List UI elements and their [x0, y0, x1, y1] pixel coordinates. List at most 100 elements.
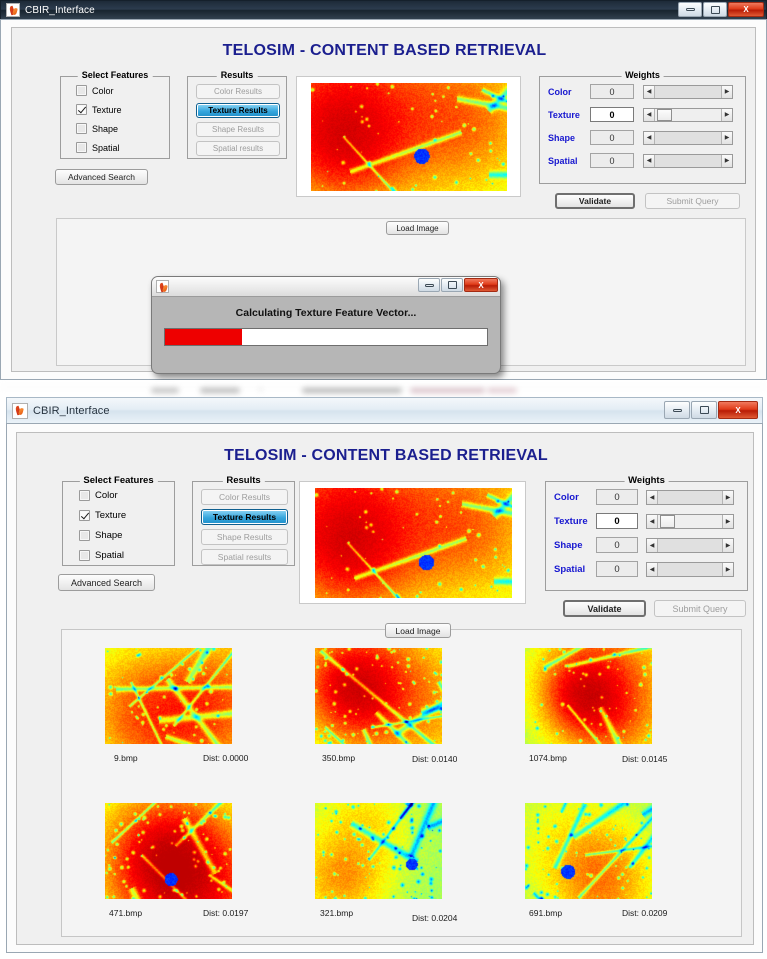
checkbox-texture[interactable]	[79, 510, 90, 521]
load-image-button-top[interactable]: Load Image	[386, 221, 449, 235]
advanced-search-button[interactable]: Advanced Search	[55, 169, 148, 185]
load-image-button-bottom[interactable]: Load Image	[385, 623, 451, 638]
weight-slider-shape[interactable]: ◀ ▶	[646, 537, 734, 553]
close-button[interactable]: X	[464, 278, 498, 292]
weight-value-texture[interactable]: 0	[596, 513, 638, 529]
weight-value-shape[interactable]: 0	[590, 130, 634, 145]
slider-track[interactable]	[658, 562, 722, 576]
maximize-button[interactable]	[691, 401, 717, 419]
slider-left-arrow-icon[interactable]: ◀	[644, 108, 655, 121]
slider-track[interactable]	[658, 538, 722, 552]
spatial-results-button[interactable]: Spatial results	[201, 549, 288, 565]
slider-track[interactable]	[655, 154, 721, 167]
close-button[interactable]: X	[718, 401, 758, 419]
slider-left-arrow-icon[interactable]: ◀	[644, 131, 655, 144]
result-thumb-0[interactable]	[105, 648, 232, 744]
checkbox-row-shape[interactable]: Shape	[79, 530, 122, 541]
checkbox-color[interactable]	[76, 85, 87, 96]
slider-left-arrow-icon[interactable]: ◀	[647, 538, 658, 552]
weight-row-spatial: Spatial 0 ◀ ▶	[548, 153, 733, 168]
result-thumb-1[interactable]	[315, 648, 442, 744]
slider-track[interactable]	[655, 108, 721, 121]
checkbox-spatial[interactable]	[76, 142, 87, 153]
color-results-button[interactable]: Color Results	[201, 489, 288, 505]
slider-thumb[interactable]	[660, 514, 675, 528]
advanced-search-button[interactable]: Advanced Search	[58, 574, 155, 591]
query-image-box[interactable]	[296, 76, 521, 197]
weight-slider-shape[interactable]: ◀ ▶	[643, 130, 733, 145]
spatial-results-button[interactable]: Spatial results	[196, 141, 280, 156]
validate-button[interactable]: Validate	[555, 193, 635, 209]
checkbox-texture[interactable]	[76, 104, 87, 115]
matlab-icon	[6, 3, 20, 17]
shape-results-button[interactable]: Shape Results	[196, 122, 280, 137]
submit-query-button[interactable]: Submit Query	[654, 600, 746, 617]
slider-right-arrow-icon[interactable]: ▶	[721, 131, 732, 144]
checkbox-color[interactable]	[79, 490, 90, 501]
weight-value-spatial[interactable]: 0	[590, 153, 634, 168]
slider-track[interactable]	[655, 131, 721, 144]
result-thumb-2[interactable]	[525, 648, 652, 744]
checkbox-row-shape[interactable]: Shape	[76, 123, 118, 134]
slider-left-arrow-icon[interactable]: ◀	[647, 514, 658, 528]
shape-results-button[interactable]: Shape Results	[201, 529, 288, 545]
slider-right-arrow-icon[interactable]: ▶	[722, 562, 733, 576]
checkbox-row-color[interactable]: Color	[79, 490, 118, 501]
select-features-legend: Select Features	[77, 70, 153, 80]
slider-thumb[interactable]	[657, 108, 672, 121]
slider-right-arrow-icon[interactable]: ▶	[722, 490, 733, 504]
weight-value-color[interactable]: 0	[590, 84, 634, 99]
checkbox-row-color[interactable]: Color	[76, 85, 114, 96]
slider-right-arrow-icon[interactable]: ▶	[722, 514, 733, 528]
slider-right-arrow-icon[interactable]: ▶	[722, 538, 733, 552]
texture-results-button[interactable]: Texture Results	[196, 103, 280, 118]
minimize-button[interactable]	[664, 401, 690, 419]
validate-button[interactable]: Validate	[563, 600, 646, 617]
weight-value-shape[interactable]: 0	[596, 537, 638, 553]
minimize-button[interactable]	[418, 278, 440, 292]
result-thumb-3[interactable]	[105, 803, 232, 899]
page-title: TELOSIM - CONTENT BASED RETRIEVAL	[222, 42, 547, 59]
slider-left-arrow-icon[interactable]: ◀	[644, 85, 655, 98]
texture-results-button[interactable]: Texture Results	[201, 509, 288, 525]
checkbox-label-texture: Texture	[92, 104, 122, 115]
minimize-button[interactable]	[678, 2, 702, 17]
weight-value-texture[interactable]: 0	[590, 107, 634, 122]
slider-left-arrow-icon[interactable]: ◀	[647, 490, 658, 504]
titlebar-top[interactable]: CBIR_Interface X	[0, 0, 767, 19]
weight-slider-texture[interactable]: ◀ ▶	[646, 513, 734, 529]
checkbox-row-texture[interactable]: Texture	[76, 104, 122, 115]
color-results-button[interactable]: Color Results	[196, 84, 280, 99]
result-thumb-5[interactable]	[525, 803, 652, 899]
result-thumb-4[interactable]	[315, 803, 442, 899]
checkbox-row-spatial[interactable]: Spatial	[76, 142, 120, 153]
submit-query-button[interactable]: Submit Query	[645, 193, 740, 209]
slider-right-arrow-icon[interactable]: ▶	[721, 108, 732, 121]
titlebar-bottom[interactable]: CBIR_Interface X	[6, 397, 763, 423]
weight-slider-spatial[interactable]: ◀ ▶	[643, 153, 733, 168]
close-button[interactable]: X	[728, 2, 764, 17]
slider-track[interactable]	[658, 514, 722, 528]
slider-track[interactable]	[658, 490, 722, 504]
weight-slider-spatial[interactable]: ◀ ▶	[646, 561, 734, 577]
slider-left-arrow-icon[interactable]: ◀	[644, 154, 655, 167]
checkbox-row-spatial[interactable]: Spatial	[79, 550, 124, 561]
maximize-button[interactable]	[703, 2, 727, 17]
checkbox-shape[interactable]	[79, 530, 90, 541]
slider-right-arrow-icon[interactable]: ▶	[721, 154, 732, 167]
weight-value-color[interactable]: 0	[596, 489, 638, 505]
slider-track[interactable]	[655, 85, 721, 98]
slider-right-arrow-icon[interactable]: ▶	[721, 85, 732, 98]
checkbox-row-texture[interactable]: Texture	[79, 510, 126, 521]
weight-slider-texture[interactable]: ◀ ▶	[643, 107, 733, 122]
page-title: TELOSIM - CONTENT BASED RETRIEVAL	[224, 447, 548, 464]
progress-dialog-titlebar[interactable]: X	[152, 277, 500, 297]
checkbox-spatial[interactable]	[79, 550, 90, 561]
slider-left-arrow-icon[interactable]: ◀	[647, 562, 658, 576]
maximize-button[interactable]	[441, 278, 463, 292]
weight-value-spatial[interactable]: 0	[596, 561, 638, 577]
query-image-box[interactable]	[299, 481, 526, 604]
checkbox-shape[interactable]	[76, 123, 87, 134]
weight-slider-color[interactable]: ◀ ▶	[643, 84, 733, 99]
weight-slider-color[interactable]: ◀ ▶	[646, 489, 734, 505]
